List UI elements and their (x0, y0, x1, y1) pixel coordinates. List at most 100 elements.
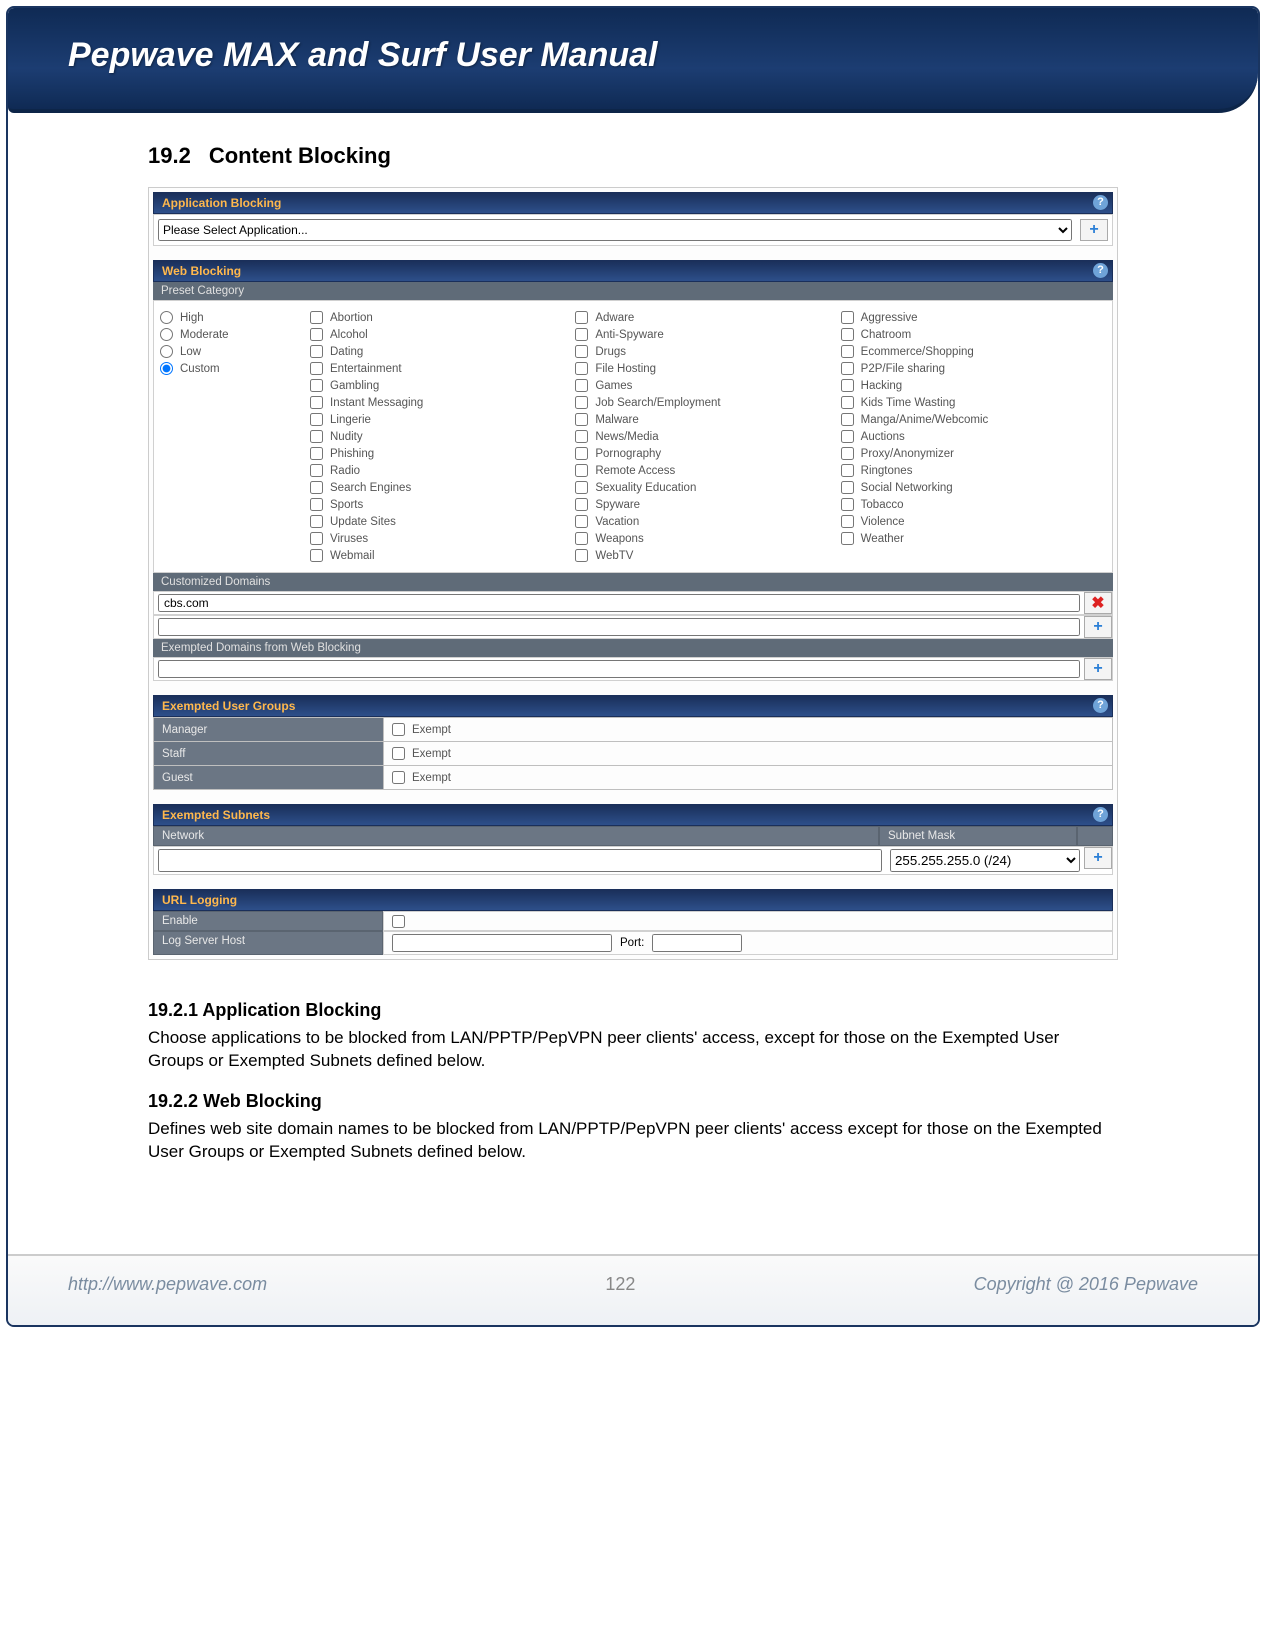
category-option[interactable]: Weather (841, 530, 1106, 547)
category-option[interactable]: Sexuality Education (575, 479, 840, 496)
section-heading: 19.2 Content Blocking (148, 143, 1118, 169)
category-option[interactable]: Chatroom (841, 326, 1106, 343)
category-option[interactable]: WebTV (575, 547, 840, 564)
category-option[interactable]: Viruses (310, 530, 575, 547)
category-option[interactable]: Drugs (575, 343, 840, 360)
subsection-1921-title: Application Blocking (202, 1000, 381, 1020)
category-option[interactable]: Hacking (841, 377, 1106, 394)
subsection-1922-title: Web Blocking (203, 1091, 322, 1111)
exempted-domain-input[interactable] (158, 660, 1080, 678)
category-option[interactable]: Sports (310, 496, 575, 513)
category-option[interactable]: Abortion (310, 309, 575, 326)
category-option[interactable]: Anti-Spyware (575, 326, 840, 343)
category-option[interactable]: Remote Access (575, 462, 840, 479)
help-icon[interactable]: ? (1093, 698, 1108, 713)
panel-web-blocking: Web Blocking ? Preset Category High Mode… (153, 260, 1113, 681)
level-high[interactable]: High (160, 309, 310, 326)
category-option[interactable]: Gambling (310, 377, 575, 394)
category-option[interactable]: Weapons (575, 530, 840, 547)
host-cell: Port: (383, 931, 1113, 955)
category-option[interactable]: File Hosting (575, 360, 840, 377)
subnet-input-row: 255.255.255.0 (/24) + (153, 846, 1113, 875)
panel-url-logging: URL Logging Enable Log Server Host Port: (153, 889, 1113, 955)
category-option[interactable]: Lingerie (310, 411, 575, 428)
add-domain-button[interactable]: + (1084, 616, 1112, 638)
help-icon[interactable]: ? (1093, 807, 1108, 822)
level-moderate[interactable]: Moderate (160, 326, 310, 343)
add-subnet-button[interactable]: + (1084, 847, 1112, 869)
custom-domain-input[interactable] (158, 594, 1080, 612)
category-option[interactable]: Dating (310, 343, 575, 360)
host-input[interactable] (392, 934, 612, 952)
help-icon[interactable]: ? (1093, 263, 1108, 278)
category-option[interactable]: Ringtones (841, 462, 1106, 479)
group-guest-cell: Exempt (384, 766, 1113, 790)
category-option[interactable]: Proxy/Anonymizer (841, 445, 1106, 462)
exempt-guest[interactable]: Exempt (392, 769, 1104, 786)
category-option[interactable]: Spyware (575, 496, 840, 513)
panel-header-app-blocking: Application Blocking ? (153, 192, 1113, 214)
category-option[interactable]: Instant Messaging (310, 394, 575, 411)
category-option[interactable]: Pornography (575, 445, 840, 462)
category-option[interactable]: Radio (310, 462, 575, 479)
category-option[interactable]: Tobacco (841, 496, 1106, 513)
subnet-header-row: Network Subnet Mask (153, 826, 1113, 846)
group-guest-label: Guest (154, 766, 384, 790)
category-option[interactable]: Aggressive (841, 309, 1106, 326)
category-option[interactable]: Violence (841, 513, 1106, 530)
level-low[interactable]: Low (160, 343, 310, 360)
document-title: Pepwave MAX and Surf User Manual (68, 36, 658, 74)
port-input[interactable] (652, 934, 742, 952)
enable-label: Enable (153, 911, 383, 931)
level-custom[interactable]: Custom (160, 360, 310, 377)
category-option[interactable]: Job Search/Employment (575, 394, 840, 411)
category-option[interactable]: Games (575, 377, 840, 394)
document-header: Pepwave MAX and Surf User Manual (8, 8, 1258, 113)
subsection-1921-num: 19.2.1 (148, 1000, 198, 1020)
enable-cell (383, 911, 1113, 931)
category-option[interactable]: Adware (575, 309, 840, 326)
subsection-1921-heading: 19.2.1 Application Blocking (148, 1000, 1118, 1021)
category-option[interactable]: Vacation (575, 513, 840, 530)
exempted-domains-label: Exempted Domains from Web Blocking (153, 639, 1113, 657)
category-option[interactable]: Nudity (310, 428, 575, 445)
exempt-manager[interactable]: Exempt (392, 721, 1104, 738)
category-option[interactable]: Webmail (310, 547, 575, 564)
add-exempted-domain-button[interactable]: + (1084, 658, 1112, 680)
category-option[interactable]: Entertainment (310, 360, 575, 377)
category-option[interactable]: Kids Time Wasting (841, 394, 1106, 411)
preset-category-label: Preset Category (153, 282, 1113, 300)
category-option[interactable]: Update Sites (310, 513, 575, 530)
category-option[interactable]: Social Networking (841, 479, 1106, 496)
panel-header-web-blocking: Web Blocking ? (153, 260, 1113, 282)
category-option[interactable]: P2P/File sharing (841, 360, 1106, 377)
category-option[interactable]: Alcohol (310, 326, 575, 343)
category-option[interactable]: Search Engines (310, 479, 575, 496)
custom-domain-input-new[interactable] (158, 618, 1080, 636)
custom-domain-row-1: ✖ (153, 591, 1113, 615)
panel-header-exempt-groups: Exempted User Groups ? (153, 695, 1113, 717)
remove-domain-button[interactable]: ✖ (1084, 592, 1112, 614)
custom-domain-row-add: + (153, 615, 1113, 639)
category-option[interactable]: Phishing (310, 445, 575, 462)
help-icon[interactable]: ? (1093, 195, 1108, 210)
mask-col-header: Subnet Mask (879, 826, 1077, 846)
category-option[interactable]: Manga/Anime/Webcomic (841, 411, 1106, 428)
category-option[interactable]: News/Media (575, 428, 840, 445)
mask-select[interactable]: 255.255.255.0 (/24) (890, 849, 1080, 872)
network-input[interactable] (158, 849, 882, 872)
panel-header-exempt-subnets: Exempted Subnets ? (153, 804, 1113, 826)
config-screenshot: Application Blocking ? Please Select App… (148, 187, 1118, 960)
enable-checkbox[interactable] (392, 915, 405, 928)
exempt-staff[interactable]: Exempt (392, 745, 1104, 762)
exempted-domain-row: + (153, 657, 1113, 681)
page-frame: Pepwave MAX and Surf User Manual 19.2 Co… (6, 6, 1260, 1327)
app-select[interactable]: Please Select Application... (158, 219, 1072, 241)
group-staff-label: Staff (154, 742, 384, 766)
add-app-button[interactable]: + (1080, 219, 1108, 241)
category-option[interactable]: Ecommerce/Shopping (841, 343, 1106, 360)
subsection-1922-num: 19.2.2 (148, 1091, 198, 1111)
footer-url[interactable]: http://www.pepwave.com (68, 1274, 267, 1295)
category-option[interactable]: Auctions (841, 428, 1106, 445)
category-option[interactable]: Malware (575, 411, 840, 428)
